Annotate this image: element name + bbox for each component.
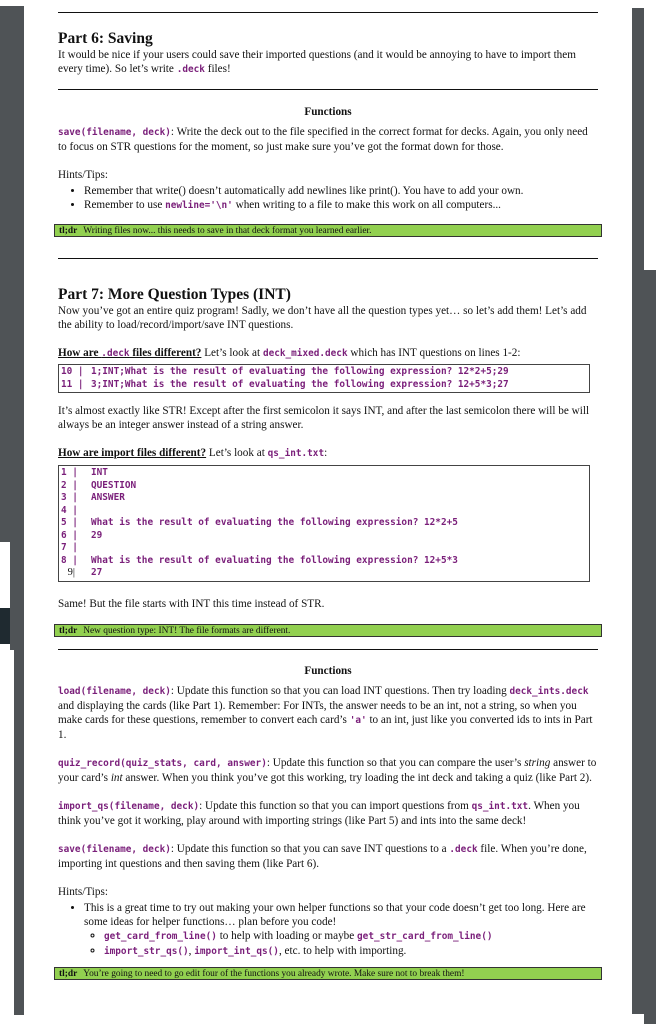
tldr-box: tl;dr Writing files now... this needs to … <box>54 224 602 237</box>
divider <box>58 12 598 13</box>
import-files-question: How are import files different? Let’s lo… <box>58 447 328 459</box>
viewer-background-right-outer <box>644 270 656 1024</box>
divider <box>58 258 598 259</box>
hints-list: This is a great time to try out making y… <box>58 901 598 959</box>
part6-intro: It would be nice if your users could sav… <box>58 49 576 75</box>
part6-functions: Functions save(filename, deck): Write th… <box>58 105 598 213</box>
viewer-background-left <box>0 6 24 542</box>
deck-files-question: How are .deck files different? Let’s loo… <box>58 347 521 359</box>
code-line: 6 | 29 <box>61 529 103 541</box>
hints-list: Remember that write() doesn’t automatica… <box>58 184 598 213</box>
save-function-desc: save(filename, deck): Update this functi… <box>58 843 587 870</box>
save-function-desc: save(filename, deck): Write the deck out… <box>58 126 588 153</box>
import-files-heading: How are import files different? <box>58 447 207 459</box>
functions-heading: Functions <box>304 665 352 677</box>
quiz-record-function-desc: quiz_record(quiz_stats, card, answer): U… <box>58 757 597 784</box>
helper-ideas-list: get_card_from_line() to help with loadin… <box>84 929 598 959</box>
hint-item: Remember that write() doesn’t automatica… <box>84 184 598 198</box>
part7-title: Part 7: More Question Types (INT) <box>58 286 291 303</box>
code-line: 10 | 1;INT;What is the result of evaluati… <box>61 366 509 377</box>
divider <box>58 89 598 90</box>
part7-intro: Now you’ve got an entire quiz program! S… <box>58 305 587 331</box>
deck-note: It’s almost exactly like STR! Except aft… <box>58 404 598 461</box>
import-qs-function-desc: import_qs(filename, deck): Update this f… <box>58 800 580 827</box>
hint-item: This is a great time to try out making y… <box>84 901 598 959</box>
part7-header: Part 7: More Question Types (INT) Now yo… <box>58 286 598 361</box>
code-line: 9| 27 <box>67 567 103 578</box>
code-line: 2 | QUESTION <box>61 479 137 491</box>
import-note: Same! But the file starts with INT this … <box>58 597 598 611</box>
viewer-background-right <box>632 8 644 1014</box>
load-function-desc: load(filename, deck): Update this functi… <box>58 685 593 741</box>
divider <box>58 649 598 650</box>
code-line: 4 | <box>61 504 78 516</box>
code-line: 11 | 3;INT;What is the result of evaluati… <box>61 378 509 390</box>
part7-functions: Functions load(filename, deck): Update t… <box>58 664 598 959</box>
code-line: 8 | What is the result of evaluating the … <box>61 554 458 566</box>
helper-idea: import_str_qs(), import_int_qs(), etc. t… <box>104 944 598 959</box>
import-code-box: 1 | INT 2 | QUESTION 3 | ANSWER 4 | 5 | What… <box>58 465 590 582</box>
code-line: 3 | ANSWER <box>61 492 125 503</box>
viewer-background-left-bottom <box>14 650 24 1015</box>
deck-code-box: 10 | 1;INT;What is the result of evaluati… <box>58 364 590 393</box>
hint-item: Remember to use newline='\n' when writin… <box>84 198 598 213</box>
tldr-box: tl;dr You’re going to need to go edit fou… <box>54 967 602 980</box>
viewer-tab-dark <box>0 608 10 644</box>
viewer-background-left-lower <box>10 540 24 650</box>
part6-title: Part 6: Saving <box>58 30 153 47</box>
helper-idea: get_card_from_line() to help with loadin… <box>104 929 598 944</box>
import-note-text: Same! But the file starts with INT this … <box>58 598 325 610</box>
hints-label: Hints/Tips: <box>58 886 108 898</box>
code-line: 7 | <box>61 542 78 553</box>
deck-files-heading: How are .deck files different? <box>58 347 202 359</box>
deck-note-text: It’s almost exactly like STR! Except aft… <box>58 405 590 431</box>
code-line: 5 | What is the result of evaluating the … <box>61 517 458 528</box>
hints-label: Hints/Tips: <box>58 169 108 181</box>
part6-header: Part 6: Saving It would be nice if your … <box>58 30 598 77</box>
tldr-box: tl;dr New question type: INT! The file fo… <box>54 624 602 637</box>
code-line: 1 | INT <box>61 467 108 478</box>
functions-heading: Functions <box>304 106 352 118</box>
